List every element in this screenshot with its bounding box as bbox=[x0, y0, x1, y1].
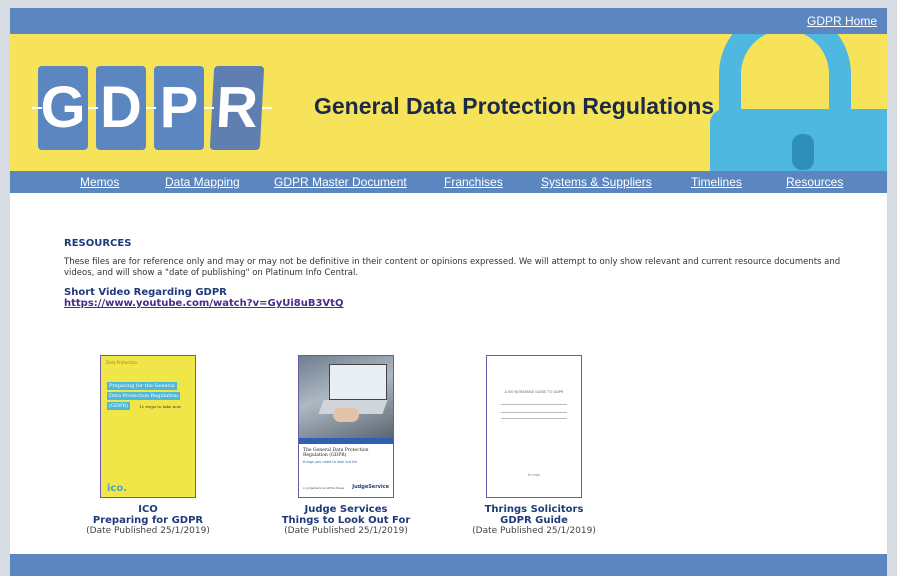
section-heading: RESOURCES bbox=[64, 238, 132, 249]
top-bar: GDPR Home bbox=[10, 8, 887, 34]
resources-section: RESOURCES These files are for reference … bbox=[64, 238, 874, 309]
logo-connector bbox=[262, 107, 272, 109]
cover-small-text: Data Protection bbox=[106, 360, 138, 365]
cover-subtitle: things you need to look out for bbox=[303, 460, 358, 464]
document-title: Judge Services bbox=[304, 504, 388, 515]
cover-brand: JudgeService bbox=[352, 484, 389, 490]
main-nav: Memos Data Mapping GDPR Master Document … bbox=[10, 171, 887, 193]
cover-bar bbox=[299, 438, 393, 444]
logo-connector bbox=[204, 107, 214, 109]
document-card-thrings: A NO NONSENSE GUIDE TO GDPR thrings Thri… bbox=[454, 355, 614, 537]
document-date: (Date Published 25/1/2019) bbox=[472, 526, 596, 536]
cover-steps: 12 steps to take now bbox=[139, 404, 182, 409]
header-banner: G D P R General Data Protection Regulati… bbox=[10, 34, 887, 171]
nav-gdpr-master-document[interactable]: GDPR Master Document bbox=[274, 175, 407, 189]
document-subtitle: Preparing for GDPR bbox=[92, 515, 204, 526]
nav-timelines[interactable]: Timelines bbox=[691, 175, 742, 189]
cover-line bbox=[501, 418, 567, 419]
banner-title: General Data Protection Regulations bbox=[314, 93, 715, 119]
cover-highlight: Preparing for the General bbox=[107, 382, 177, 390]
logo-letter-p: P bbox=[154, 66, 204, 150]
document-subtitle: GDPR Guide bbox=[500, 515, 568, 526]
document-cover-thrings[interactable]: A NO NONSENSE GUIDE TO GDPR thrings bbox=[486, 355, 582, 498]
hand bbox=[333, 408, 359, 422]
document-subtitle: Things to Look Out For bbox=[281, 515, 411, 526]
logo-letter-g: G bbox=[38, 66, 88, 150]
video-link[interactable]: https://www.youtube.com/watch?v=GyUi8uB3… bbox=[64, 298, 874, 309]
document-card-judge: The General Data Protection Regulation (… bbox=[266, 355, 426, 537]
laptop-screen bbox=[329, 364, 387, 400]
ico-logo: ico. bbox=[107, 483, 128, 494]
document-title: ICO bbox=[138, 504, 158, 515]
logo-connector bbox=[88, 107, 98, 109]
section-description: These files are for reference only and m… bbox=[64, 257, 841, 278]
cover-highlight: Data Protection Regulation bbox=[107, 392, 181, 400]
cover-title: A NO NONSENSE GUIDE TO GDPR bbox=[504, 390, 564, 394]
nav-data-mapping[interactable]: Data Mapping bbox=[165, 175, 240, 189]
cover-title: The General Data Protection Regulation (… bbox=[303, 448, 369, 458]
cover-footer: thrings bbox=[527, 473, 541, 477]
cover-highlight: (GDPR) bbox=[107, 402, 131, 410]
nav-memos[interactable]: Memos bbox=[80, 175, 119, 189]
document-cover-judge[interactable]: The General Data Protection Regulation (… bbox=[298, 355, 394, 498]
document-cover-ico[interactable]: Data Protection Preparing for the Genera… bbox=[100, 355, 196, 498]
cover-footer: A JudgeService White Paper bbox=[303, 486, 345, 490]
nav-resources[interactable]: Resources bbox=[786, 175, 843, 189]
cover-line bbox=[501, 404, 567, 405]
footer-bar bbox=[10, 554, 887, 576]
nav-franchises[interactable]: Franchises bbox=[444, 175, 503, 189]
document-title: Thrings Solicitors bbox=[484, 504, 584, 515]
logo-letter-r: R bbox=[209, 66, 265, 150]
document-date: (Date Published 25/1/2019) bbox=[284, 526, 408, 536]
logo-letter-d: D bbox=[96, 66, 146, 150]
page-frame: GDPR Home G D P R General Data Protectio… bbox=[10, 8, 887, 576]
logo-connector bbox=[146, 107, 156, 109]
gdpr-home-link[interactable]: GDPR Home bbox=[807, 14, 877, 28]
video-title: Short Video Regarding GDPR bbox=[64, 287, 227, 298]
document-date: (Date Published 25/1/2019) bbox=[86, 526, 210, 536]
cover-line bbox=[501, 412, 567, 413]
nav-systems-suppliers[interactable]: Systems & Suppliers bbox=[541, 175, 652, 189]
logo-connector bbox=[32, 107, 42, 109]
document-card-ico: Data Protection Preparing for the Genera… bbox=[68, 355, 228, 537]
